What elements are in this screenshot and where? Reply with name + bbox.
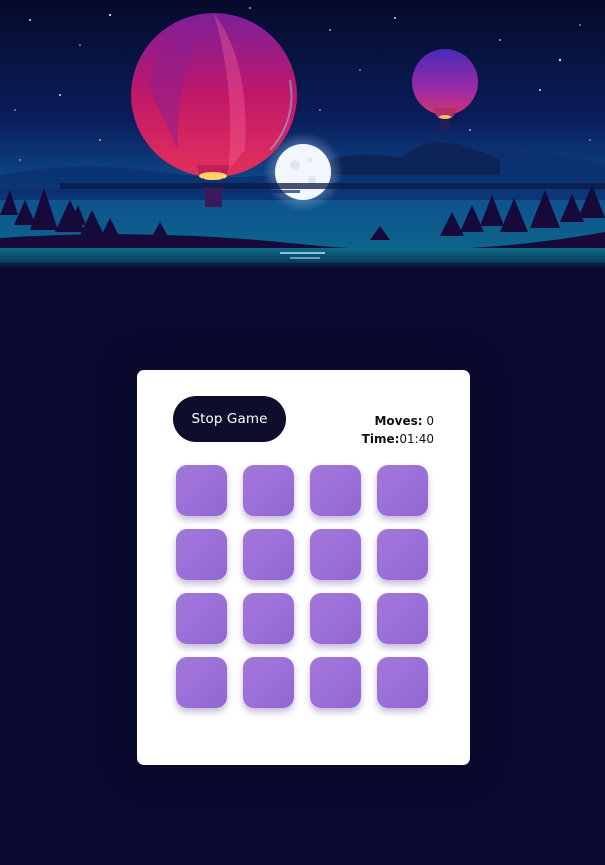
moves-value: 0 [426, 414, 434, 428]
memory-card[interactable] [176, 657, 227, 708]
memory-card[interactable] [310, 657, 361, 708]
memory-card[interactable] [377, 657, 428, 708]
memory-card[interactable] [310, 529, 361, 580]
game-panel: Stop Game Moves: 0 Time:01:40 [137, 370, 470, 765]
time-row: Time:01:40 [362, 430, 434, 448]
memory-card[interactable] [243, 465, 294, 516]
memory-card[interactable] [176, 529, 227, 580]
memory-card[interactable] [243, 657, 294, 708]
memory-card[interactable] [243, 529, 294, 580]
memory-card[interactable] [377, 529, 428, 580]
memory-card[interactable] [243, 593, 294, 644]
moves-label: Moves: [374, 414, 423, 428]
memory-card[interactable] [310, 593, 361, 644]
card-grid [176, 465, 430, 709]
time-label: Time: [361, 432, 400, 446]
stop-game-button[interactable]: Stop Game [173, 396, 286, 442]
stats-panel: Moves: 0 Time:01:40 [362, 412, 434, 448]
header-illustration [0, 0, 605, 267]
memory-card[interactable] [176, 593, 227, 644]
moves-row: Moves: 0 [362, 412, 434, 430]
memory-card[interactable] [310, 465, 361, 516]
memory-card[interactable] [377, 593, 428, 644]
time-value: 01:40 [399, 432, 434, 446]
memory-card[interactable] [377, 465, 428, 516]
memory-card[interactable] [176, 465, 227, 516]
